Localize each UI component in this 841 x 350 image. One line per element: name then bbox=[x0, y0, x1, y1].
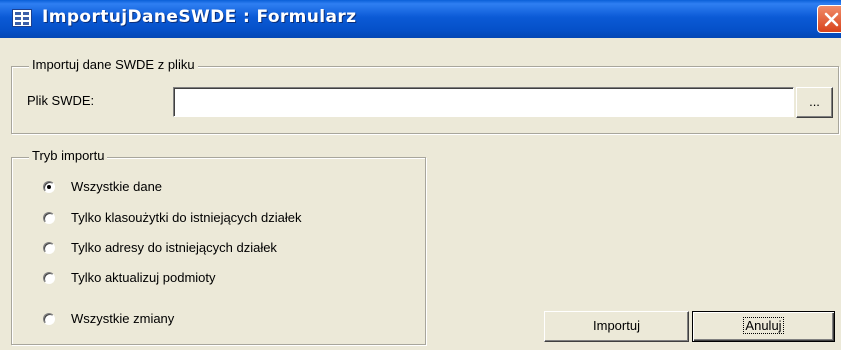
close-button[interactable] bbox=[817, 5, 841, 33]
radio-label: Tylko aktualizuj podmioty bbox=[71, 270, 216, 285]
form-icon bbox=[12, 9, 32, 27]
dialog-window: ImportujDaneSWDE : Formularz Importuj da… bbox=[0, 0, 841, 350]
close-icon bbox=[824, 12, 839, 27]
radio-label: Wszystkie dane bbox=[71, 179, 163, 194]
cancel-button-label: Anuluj bbox=[743, 317, 784, 334]
file-label: Plik SWDE: bbox=[27, 93, 95, 108]
browse-button[interactable]: ... bbox=[796, 87, 833, 118]
cancel-button[interactable]: Anuluj bbox=[692, 311, 835, 342]
radio-label: Tylko adresy do istniejących działek bbox=[71, 240, 277, 255]
radio-button[interactable] bbox=[43, 242, 55, 254]
radio-button[interactable] bbox=[43, 212, 55, 224]
file-path-input[interactable] bbox=[173, 87, 794, 117]
window-title: ImportujDaneSWDE : Formularz bbox=[42, 7, 357, 27]
file-group-legend: Importuj dane SWDE z pliku bbox=[29, 57, 198, 72]
radio-label: Tylko klasoużytki do istniejących działe… bbox=[71, 210, 302, 225]
import-button[interactable]: Importuj bbox=[544, 311, 689, 342]
radio-button[interactable] bbox=[43, 181, 55, 193]
mode-group-legend: Tryb importu bbox=[29, 148, 108, 163]
title-bar[interactable]: ImportujDaneSWDE : Formularz bbox=[0, 0, 841, 38]
radio-label: Wszystkie zmiany bbox=[71, 311, 175, 326]
radio-button[interactable] bbox=[43, 272, 55, 284]
radio-button[interactable] bbox=[43, 313, 55, 325]
